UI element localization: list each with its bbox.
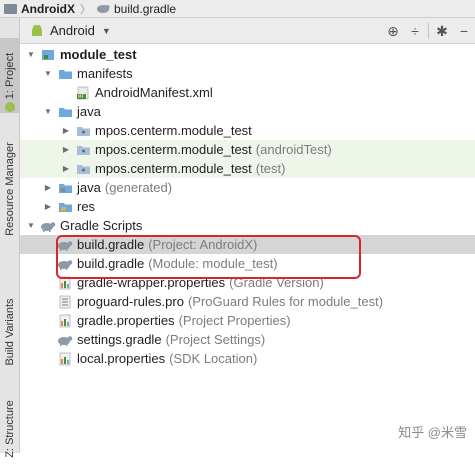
properties-icon <box>57 352 73 366</box>
expand-right-arrow-icon[interactable]: ▶ <box>61 145 71 155</box>
breadcrumb-project[interactable]: AndroidX <box>21 2 75 16</box>
tree-item-label: module_test <box>60 47 137 62</box>
tree-item-label: mpos.centerm.module_test <box>95 161 252 176</box>
tree-item-label: Gradle Scripts <box>60 218 143 233</box>
hide-icon[interactable]: − <box>453 20 475 42</box>
target-icon[interactable]: ⊕ <box>382 20 404 42</box>
breadcrumb-file[interactable]: build.gradle <box>114 2 176 16</box>
tree-item-label: manifests <box>77 66 133 81</box>
tab-project-label: 1: Project <box>4 52 16 99</box>
tree-item-label: mpos.centerm.module_test <box>95 142 252 157</box>
tree-row[interactable]: ▶ mpos.centerm.module_test (androidTest) <box>20 140 475 159</box>
chevron-down-icon: ▼ <box>101 25 111 36</box>
left-tool-strip: 1: Project Resource Manager Build Varian… <box>0 18 20 458</box>
arrow-placeholder <box>43 335 53 345</box>
expand-down-arrow-icon[interactable]: ▼ <box>43 69 53 79</box>
arrow-placeholder <box>43 297 53 307</box>
annotation-highlight-box <box>56 235 361 279</box>
tab-structure[interactable]: Z: Structure <box>0 390 20 468</box>
android-icon <box>5 102 15 112</box>
tree-item-suffix: (androidTest) <box>255 142 332 157</box>
folder-icon <box>57 67 73 81</box>
res-folder-icon <box>57 200 73 214</box>
tree-item-suffix: (SDK Location) <box>169 351 258 366</box>
pro-file-icon <box>57 295 73 309</box>
tree-item-suffix: (Project Properties) <box>178 313 291 328</box>
properties-icon <box>57 314 73 328</box>
tree-item-label: res <box>77 199 96 214</box>
breadcrumb: AndroidX 〉 build.gradle <box>0 0 475 18</box>
toolbar-divider <box>428 23 429 39</box>
expand-right-arrow-icon[interactable]: ▶ <box>61 164 71 174</box>
tab-build-variants-label: Build Variants <box>4 298 16 366</box>
tree-item-label: proguard-rules.pro <box>77 294 184 309</box>
tree-item-suffix: (Project Settings) <box>165 332 266 347</box>
tab-resource-manager[interactable]: Resource Manager <box>0 130 20 248</box>
tree-row[interactable]: ▶ java (generated) <box>20 178 475 197</box>
tree-row[interactable]: settings.gradle (Project Settings) <box>20 330 475 349</box>
tree-row[interactable]: ▼ manifests <box>20 64 475 83</box>
tree-item-suffix: (generated) <box>104 180 173 195</box>
tab-structure-label: Z: Structure <box>4 400 16 458</box>
tree-item-label: java <box>77 104 101 119</box>
package-icon <box>75 162 91 176</box>
project-folder-icon <box>4 3 17 14</box>
tree-item-suffix: (ProGuard Rules for module_test) <box>187 294 384 309</box>
tree-item-suffix: (test) <box>255 161 286 176</box>
tree-row[interactable]: ▼ module_test <box>20 45 475 64</box>
project-toolwindow-header: Android ▼ ⊕ ÷ ✱ − <box>20 18 475 44</box>
tree-row[interactable]: local.properties (SDK Location) <box>20 349 475 368</box>
package-icon <box>75 124 91 138</box>
gear-icon[interactable]: ✱ <box>431 20 453 42</box>
tree-item-label: gradle.properties <box>77 313 175 328</box>
tree-row[interactable]: ▶ mpos.centerm.module_test <box>20 121 475 140</box>
tree-row[interactable]: ▼ Gradle Scripts <box>20 216 475 235</box>
gradle-icon <box>57 333 73 347</box>
view-mode-selector[interactable]: Android ▼ <box>20 23 111 38</box>
tree-row[interactable]: ▶ mpos.centerm.module_test (test) <box>20 159 475 178</box>
tab-resource-manager-label: Resource Manager <box>4 142 16 236</box>
expand-down-arrow-icon[interactable]: ▼ <box>43 107 53 117</box>
package-icon <box>75 143 91 157</box>
folder-icon <box>57 105 73 119</box>
arrow-placeholder <box>61 88 71 98</box>
gradle-icon <box>40 219 56 233</box>
generated-folder-icon <box>57 181 73 195</box>
expand-down-arrow-icon[interactable]: ▼ <box>26 221 36 231</box>
tree-row[interactable]: proguard-rules.pro (ProGuard Rules for mo… <box>20 292 475 311</box>
android-icon <box>32 24 42 36</box>
gradle-icon <box>97 4 110 13</box>
expand-right-arrow-icon[interactable]: ▶ <box>61 126 71 136</box>
view-mode-label: Android <box>50 23 95 38</box>
breadcrumb-chevron-icon: 〉 <box>80 3 91 16</box>
tree-item-label: settings.gradle <box>77 332 162 347</box>
watermark: 知乎 @米雪 <box>398 425 467 440</box>
tree-item-label: java <box>77 180 101 195</box>
tree-row[interactable]: MF AndroidManifest.xml <box>20 83 475 102</box>
arrow-placeholder <box>43 278 53 288</box>
tree-item-label: AndroidManifest.xml <box>95 85 213 100</box>
manifest-icon: MF <box>75 86 91 100</box>
tree-row[interactable]: ▼ java <box>20 102 475 121</box>
svg-text:MF: MF <box>78 94 85 99</box>
tree-row[interactable]: gradle.properties (Project Properties) <box>20 311 475 330</box>
arrow-placeholder <box>43 240 53 250</box>
tree-row[interactable]: ▶ res <box>20 197 475 216</box>
expand-right-arrow-icon[interactable]: ▶ <box>43 202 53 212</box>
arrow-placeholder <box>43 354 53 364</box>
collapse-icon[interactable]: ÷ <box>404 20 426 42</box>
module-icon <box>40 48 56 62</box>
arrow-placeholder <box>43 316 53 326</box>
expand-down-arrow-icon[interactable]: ▼ <box>26 50 36 60</box>
tree-item-label: mpos.centerm.module_test <box>95 123 252 138</box>
expand-right-arrow-icon[interactable]: ▶ <box>43 183 53 193</box>
tab-build-variants[interactable]: Build Variants <box>0 290 20 374</box>
arrow-placeholder <box>43 259 53 269</box>
tree-item-label: local.properties <box>77 351 166 366</box>
